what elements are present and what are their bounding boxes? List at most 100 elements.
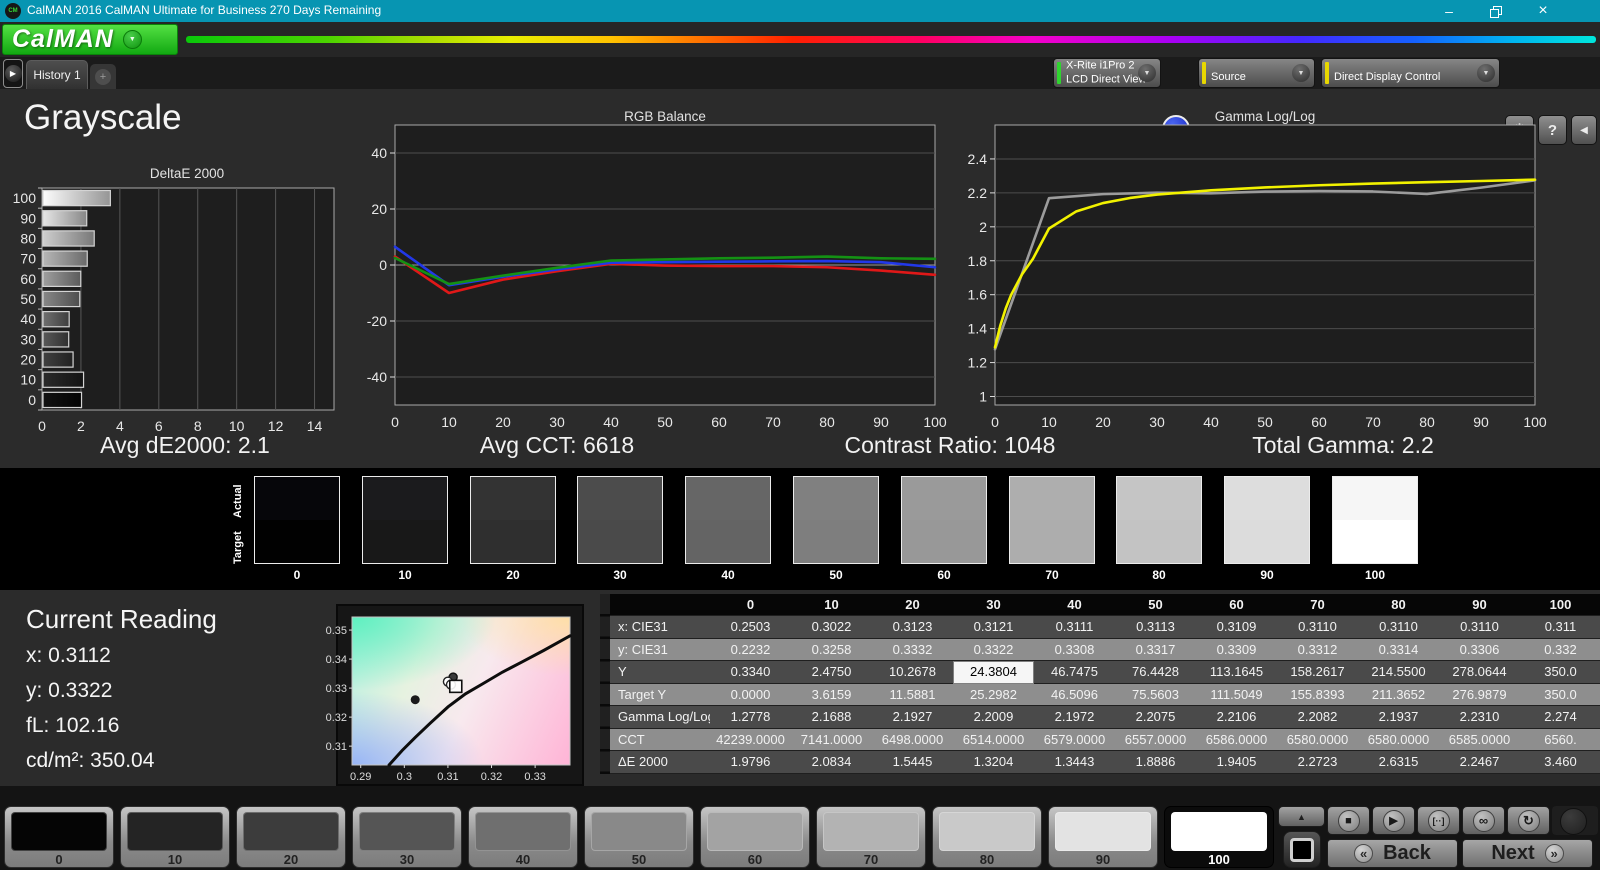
table-cell[interactable]: 1.2778 <box>710 706 791 729</box>
table-cell[interactable]: 3.460 <box>1520 751 1600 774</box>
table-cell[interactable]: 0.3110 <box>1277 616 1358 639</box>
table-cell[interactable]: 2.2310 <box>1439 706 1520 729</box>
patch-button-70[interactable]: 70 <box>816 806 926 868</box>
table-cell[interactable]: 6586.0000 <box>1196 729 1277 752</box>
stop-button[interactable]: ■ <box>1327 806 1370 835</box>
table-cell[interactable]: 276.9879 <box>1439 684 1520 707</box>
table-cell[interactable]: 75.5603 <box>1115 684 1196 707</box>
table-cell[interactable]: 0.3113 <box>1115 616 1196 639</box>
table-cell[interactable]: 350.0 <box>1520 661 1600 684</box>
tab-history-1[interactable]: History 1 <box>26 60 88 89</box>
table-cell[interactable]: 0.3340 <box>710 661 791 684</box>
table-cell[interactable]: 2.1688 <box>791 706 872 729</box>
table-cell[interactable]: 1.9796 <box>710 751 791 774</box>
table-cell[interactable]: 0.3110 <box>1358 616 1439 639</box>
table-cell[interactable]: 0.3110 <box>1439 616 1520 639</box>
table-cell[interactable]: 2.2723 <box>1277 751 1358 774</box>
table-cell[interactable]: 0.3308 <box>1034 639 1115 662</box>
table-cell[interactable]: 0.3322 <box>953 639 1034 662</box>
table-cell[interactable]: 25.2982 <box>953 684 1034 707</box>
patch-button-80[interactable]: 80 <box>932 806 1042 868</box>
display-control-dropdown[interactable]: Direct Display Control ▼ <box>1321 58 1500 88</box>
table-cell[interactable]: 2.2106 <box>1196 706 1277 729</box>
table-cell[interactable]: 2.2075 <box>1115 706 1196 729</box>
add-tab-button[interactable]: + <box>90 64 116 89</box>
table-cell[interactable]: 0.3309 <box>1196 639 1277 662</box>
table-cell[interactable]: 0.3314 <box>1358 639 1439 662</box>
table-cell[interactable]: 2.1937 <box>1358 706 1439 729</box>
table-cell[interactable]: 0.311 <box>1520 616 1600 639</box>
table-cell[interactable]: 6514.0000 <box>953 729 1034 752</box>
table-cell[interactable]: 46.7475 <box>1034 661 1115 684</box>
table-cell[interactable]: 7141.0000 <box>791 729 872 752</box>
next-button[interactable]: Next » <box>1462 839 1593 868</box>
table-cell[interactable]: 2.274 <box>1520 706 1600 729</box>
table-cell[interactable]: 111.5049 <box>1196 684 1277 707</box>
table-cell[interactable]: 6580.0000 <box>1277 729 1358 752</box>
table-cell[interactable]: 0.332 <box>1520 639 1600 662</box>
table-cell[interactable]: 6585.0000 <box>1439 729 1520 752</box>
table-cell[interactable]: 2.1927 <box>872 706 953 729</box>
patch-button-20[interactable]: 20 <box>236 806 346 868</box>
back-button[interactable]: « Back <box>1327 839 1458 868</box>
table-cell[interactable]: 155.8393 <box>1277 684 1358 707</box>
source-dropdown[interactable]: Source ▼ <box>1198 58 1315 88</box>
table-cell[interactable]: 2.0834 <box>791 751 872 774</box>
table-cell[interactable]: 0.2232 <box>710 639 791 662</box>
table-cell[interactable]: 10.2678 <box>872 661 953 684</box>
patch-button-90[interactable]: 90 <box>1048 806 1158 868</box>
calman-menu-button[interactable]: CalMAN ▼ <box>2 24 178 55</box>
table-cell[interactable]: 11.5881 <box>872 684 953 707</box>
patch-button-0[interactable]: 0 <box>4 806 114 868</box>
table-cell[interactable]: 0.3111 <box>1034 616 1115 639</box>
table-cell[interactable]: 3.6159 <box>791 684 872 707</box>
patch-button-40[interactable]: 40 <box>468 806 578 868</box>
table-cell[interactable]: 158.2617 <box>1277 661 1358 684</box>
patch-button-100[interactable]: 100 <box>1164 806 1274 868</box>
panel-expand-button[interactable]: ▲ <box>1278 806 1325 827</box>
table-cell[interactable]: 76.4428 <box>1115 661 1196 684</box>
patch-button-60[interactable]: 60 <box>700 806 810 868</box>
restore-button[interactable] <box>1478 0 1512 22</box>
collapse-panel-button[interactable]: ◀ <box>1571 115 1597 145</box>
continuous-measure-button[interactable]: ∞ <box>1462 806 1505 835</box>
table-cell[interactable]: 0.3332 <box>872 639 953 662</box>
table-cell[interactable]: 0.3121 <box>953 616 1034 639</box>
table-cell[interactable]: 2.4750 <box>791 661 872 684</box>
play-button[interactable]: ▶ <box>1372 806 1415 835</box>
table-cell[interactable]: 0.2503 <box>710 616 791 639</box>
table-cell[interactable]: 0.3022 <box>791 616 872 639</box>
table-cell[interactable]: 6560. <box>1520 729 1600 752</box>
table-cell[interactable]: 0.3109 <box>1196 616 1277 639</box>
table-cell[interactable]: 278.0644 <box>1439 661 1520 684</box>
refresh-button[interactable]: ↻ <box>1507 806 1550 835</box>
table-cell[interactable]: 0.3306 <box>1439 639 1520 662</box>
table-cell[interactable]: 2.2467 <box>1439 751 1520 774</box>
table-cell[interactable]: 1.8886 <box>1115 751 1196 774</box>
table-cell[interactable]: 6580.0000 <box>1358 729 1439 752</box>
table-cell[interactable]: 350.0 <box>1520 684 1600 707</box>
patch-button-10[interactable]: 10 <box>120 806 230 868</box>
table-cell[interactable]: 2.6315 <box>1358 751 1439 774</box>
table-cell[interactable]: 0.0000 <box>710 684 791 707</box>
table-cell[interactable]: 214.5500 <box>1358 661 1439 684</box>
patch-button-30[interactable]: 30 <box>352 806 462 868</box>
table-cell[interactable]: 2.1972 <box>1034 706 1115 729</box>
table-cell[interactable]: 6557.0000 <box>1115 729 1196 752</box>
meter-dropdown[interactable]: X-Rite i1Pro 2 LCD Direct View ▼ <box>1053 58 1161 88</box>
table-cell[interactable]: 42239.0000 <box>710 729 791 752</box>
table-cell[interactable]: 0.3123 <box>872 616 953 639</box>
table-cell[interactable]: 6498.0000 <box>872 729 953 752</box>
table-cell[interactable]: 2.2009 <box>953 706 1034 729</box>
single-measure-button[interactable]: [··] <box>1417 806 1460 835</box>
table-cell[interactable]: 113.1645 <box>1196 661 1277 684</box>
minimize-button[interactable]: – <box>1432 0 1466 22</box>
table-cell[interactable]: 0.3317 <box>1115 639 1196 662</box>
table-cell[interactable]: 1.3443 <box>1034 751 1115 774</box>
table-cell[interactable]: 1.5445 <box>872 751 953 774</box>
table-cell[interactable]: 2.2082 <box>1277 706 1358 729</box>
table-cell[interactable]: 24.3804 <box>953 661 1034 684</box>
table-cell[interactable]: 0.3312 <box>1277 639 1358 662</box>
patch-button-50[interactable]: 50 <box>584 806 694 868</box>
table-cell[interactable]: 1.3204 <box>953 751 1034 774</box>
